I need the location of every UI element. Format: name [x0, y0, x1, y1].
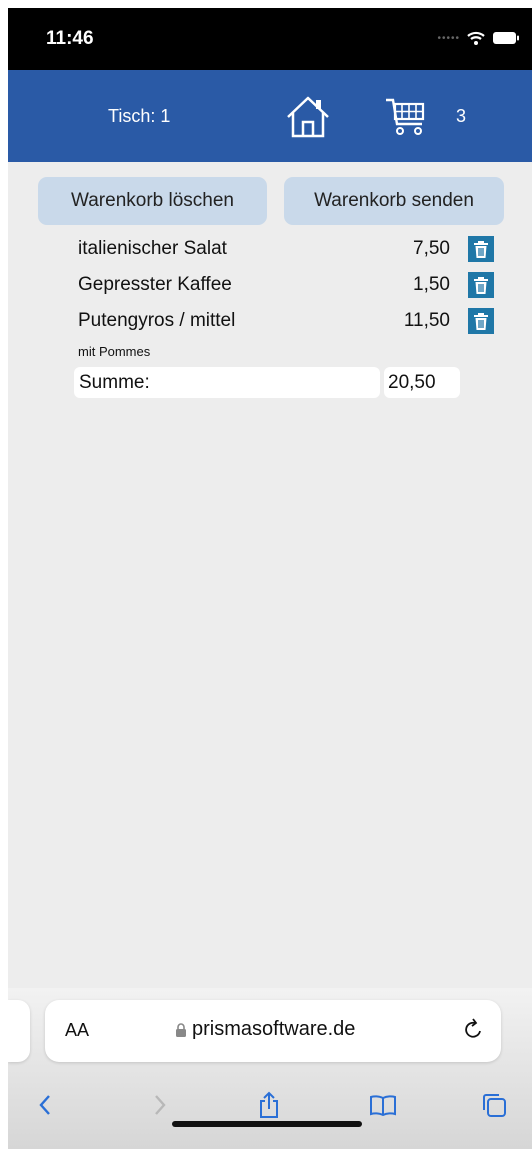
cart-item-name: Gepresster Kaffee — [78, 274, 232, 295]
home-indicator[interactable] — [172, 1121, 362, 1127]
signal-dots-icon: ••••• — [437, 32, 460, 44]
sum-value: 20,50 — [384, 367, 460, 398]
back-icon[interactable] — [30, 1090, 60, 1120]
trash-icon[interactable] — [468, 272, 494, 298]
wifi-icon — [467, 31, 485, 45]
cart-icon[interactable] — [384, 96, 428, 138]
send-cart-button[interactable]: Warenkorb senden — [284, 177, 504, 225]
status-bar: 11:46 ••••• — [8, 8, 532, 70]
tabs-icon[interactable] — [479, 1090, 509, 1120]
table-label: Tisch: 1 — [108, 106, 171, 126]
cart-item-price: 1,50 — [413, 274, 450, 295]
battery-icon — [493, 32, 519, 44]
cart-item-price: 7,50 — [413, 238, 450, 259]
trash-icon[interactable] — [468, 308, 494, 334]
status-icons: ••••• — [437, 30, 520, 46]
url-text[interactable]: prismasoftware.de — [192, 1018, 355, 1041]
share-icon[interactable] — [254, 1090, 284, 1120]
cart-item-price: 11,50 — [403, 310, 450, 331]
text-size-button[interactable]: AA — [65, 1020, 89, 1041]
app-header: Tisch: 1 3 — [8, 70, 532, 162]
status-time: 11:46 — [46, 28, 94, 49]
sum-label: Summe: — [74, 367, 380, 398]
cart-item-note: mit Pommes — [78, 344, 151, 359]
forward-icon[interactable] — [145, 1090, 175, 1120]
cart-item-name: italienischer Salat — [78, 238, 227, 259]
address-bar[interactable]: AA prismasoftware.de — [45, 1000, 501, 1062]
cart-item-name: Putengyros / mittel — [78, 310, 236, 331]
previous-tab-edge[interactable] — [8, 1000, 30, 1062]
home-icon[interactable] — [283, 92, 333, 142]
clear-cart-button[interactable]: Warenkorb löschen — [38, 177, 267, 225]
phone-screen: 11:46 ••••• Tisch: 1 3 Warenkorb löschen… — [8, 8, 532, 1149]
bookmarks-icon[interactable] — [368, 1090, 398, 1120]
lock-icon — [176, 1023, 186, 1037]
cart-count: 3 — [456, 106, 467, 126]
reload-icon[interactable] — [463, 1017, 485, 1041]
trash-icon[interactable] — [468, 236, 494, 262]
